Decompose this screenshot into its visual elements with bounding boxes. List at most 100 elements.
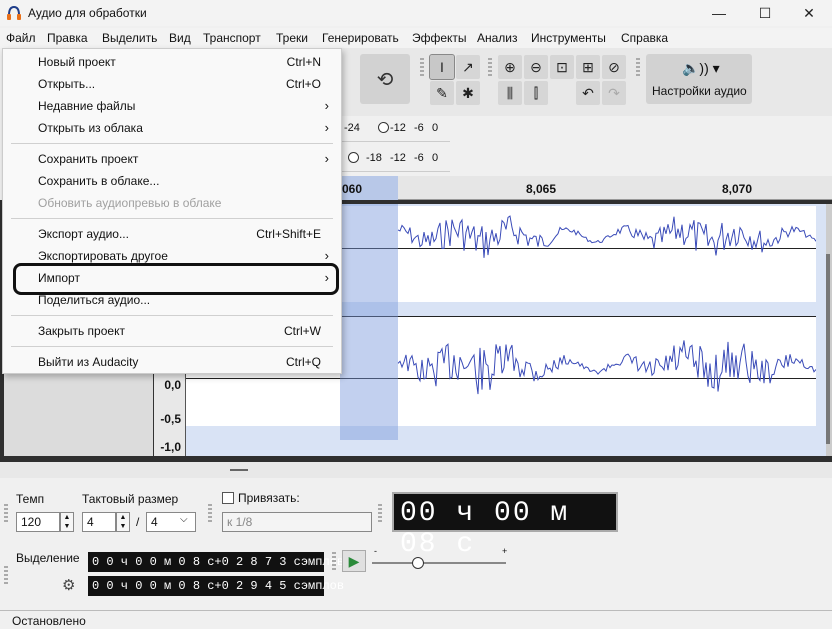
snap-checkbox[interactable]	[222, 492, 234, 504]
minimize-button[interactable]: —	[696, 0, 742, 26]
zoom-in-icon: ⊕	[504, 58, 516, 75]
selection-label: Выделение	[16, 551, 80, 565]
vertical-scrollbar[interactable]	[826, 204, 832, 456]
selection-end-display[interactable]: 0 0 ч 0 0 м 0 8 с+0 2 9 4 5 сэмплов	[88, 576, 344, 596]
loop-button[interactable]: ⟲	[360, 54, 410, 104]
ruler-tick: 8,070	[722, 182, 753, 196]
redo-button[interactable]: ↷	[602, 81, 626, 105]
time-sig-numerator[interactable]: 4	[82, 512, 116, 532]
audio-settings-label: Настройки аудио	[652, 84, 747, 98]
tempo-input[interactable]: 120	[16, 512, 60, 532]
status-bar: Остановлено	[0, 610, 832, 629]
chevron-right-icon: ›	[324, 248, 329, 263]
toolbar-grip[interactable]	[636, 58, 640, 78]
zoom-toggle-button[interactable]: ⊘	[602, 55, 626, 79]
close-button[interactable]: ✕	[786, 0, 832, 26]
zoom-in-button[interactable]: ⊕	[498, 55, 522, 79]
menu-item-open[interactable]: Открыть... Ctrl+O	[3, 73, 341, 95]
meter-label: -6	[414, 122, 424, 134]
gear-icon[interactable]: ⚙	[62, 576, 75, 594]
time-sig-denominator[interactable]: 4	[146, 512, 196, 532]
time-sig-stepper[interactable]: ▲ ▼	[116, 512, 130, 532]
menu-item-new-project[interactable]: Новый проект Ctrl+N	[3, 51, 341, 73]
fit-selection-button[interactable]: ⊡	[550, 55, 574, 79]
slider-max-label: +	[502, 546, 508, 556]
menu-item-label: Обновить аудиопревью в облаке	[38, 196, 222, 210]
menu-tracks[interactable]: Треки	[276, 31, 308, 45]
menu-bar: Файл Правка Выделить Вид Транспорт Треки…	[0, 28, 832, 48]
maximize-button[interactable]: ☐	[742, 0, 788, 26]
play-meter[interactable]: -18 -12 -6 0	[340, 146, 450, 172]
status-text: Остановлено	[12, 614, 86, 628]
menu-generate[interactable]: Генерировать	[322, 31, 399, 45]
axis-label: 0,0	[164, 378, 181, 392]
chevron-down-icon[interactable]: ⌵	[180, 514, 188, 525]
menu-item-save-cloud[interactable]: Сохранить в облаке...	[3, 170, 341, 192]
audacity-logo-icon	[7, 5, 21, 20]
tempo-stepper[interactable]: ▲ ▼	[60, 512, 74, 532]
play-meter-knob[interactable]	[348, 152, 359, 163]
meter-label: -12	[390, 152, 406, 164]
menu-item-open-cloud[interactable]: Открыть из облака ›	[3, 117, 341, 139]
export-highlight-frame	[13, 263, 339, 295]
snap-select[interactable]: к 1/8	[222, 512, 372, 532]
undo-icon: ↶	[582, 84, 594, 101]
draw-tool-button[interactable]: ✎	[430, 81, 454, 105]
menu-edit[interactable]: Правка	[47, 31, 88, 45]
splitter[interactable]	[0, 462, 832, 478]
menu-item-label: Экспортировать другое	[38, 249, 168, 263]
selection-tool-button[interactable]: I	[429, 54, 455, 80]
timeline-ruler[interactable]: 060 8,065 8,070	[340, 176, 832, 200]
chevron-right-icon: ›	[324, 151, 329, 166]
toolbar-grip[interactable]	[488, 58, 492, 78]
loop-icon: ⟲	[376, 68, 394, 91]
play-icon: ▶	[348, 553, 360, 569]
envelope-tool-button[interactable]: ↗	[456, 55, 480, 79]
trim-button[interactable]: ⫼	[498, 81, 522, 105]
menu-item-label: Закрыть проект	[38, 324, 125, 338]
selection-start-display[interactable]: 0 0 ч 0 0 м 0 8 с+0 2 8 7 3 сэмплов	[88, 552, 344, 572]
toolbar-grip[interactable]	[332, 552, 336, 572]
slider-thumb[interactable]	[412, 557, 424, 569]
scroll-thumb[interactable]	[826, 254, 830, 444]
menu-item-label: Поделиться аудио...	[38, 293, 151, 307]
menu-tools[interactable]: Инструменты	[531, 31, 606, 45]
menu-item-close-project[interactable]: Закрыть проект Ctrl+W	[3, 320, 341, 342]
menu-select[interactable]: Выделить	[102, 31, 157, 45]
ruler-tick: 060	[342, 182, 363, 196]
toolbar-grip[interactable]	[4, 566, 8, 586]
fit-project-button[interactable]: ⊞	[576, 55, 600, 79]
record-meter-knob[interactable]	[378, 122, 389, 133]
undo-button[interactable]: ↶	[576, 81, 600, 105]
meter-label: -18	[366, 152, 382, 164]
time-selection[interactable]	[340, 204, 398, 440]
menu-item-export-audio[interactable]: Экспорт аудио... Ctrl+Shift+E	[3, 223, 341, 245]
zoom-out-button[interactable]: ⊖	[524, 55, 548, 79]
toolbar-grip[interactable]	[378, 504, 382, 524]
audio-settings-button[interactable]: 🔈)) ▾ Настройки аудио	[646, 54, 752, 104]
menu-file[interactable]: Файл	[6, 31, 36, 45]
menu-item-label: Новый проект	[38, 55, 116, 69]
meter-label: -24	[344, 122, 360, 134]
record-meter[interactable]: -24 -12 -6 0	[340, 116, 450, 142]
play-at-speed-button[interactable]: ▶	[342, 550, 366, 572]
envelope-icon: ↗	[462, 58, 474, 75]
menu-item-exit[interactable]: Выйти из Audacity Ctrl+Q	[3, 351, 341, 373]
menu-transport[interactable]: Транспорт	[203, 31, 261, 45]
menu-effects[interactable]: Эффекты	[412, 31, 467, 45]
menu-analyze[interactable]: Анализ	[477, 31, 518, 45]
time-display[interactable]: 00 ч 00 м 08 с	[392, 492, 618, 560]
toolbar-grip[interactable]	[420, 58, 424, 78]
chevron-right-icon: ›	[324, 120, 329, 135]
toolbar-grip[interactable]	[4, 504, 8, 524]
splitter-grip[interactable]	[230, 469, 248, 471]
playback-speed-slider[interactable]	[372, 557, 506, 569]
silence-button[interactable]: ⫿	[524, 81, 548, 105]
menu-help[interactable]: Справка	[621, 31, 668, 45]
menu-item-recent-files[interactable]: Недавние файлы ›	[3, 95, 341, 117]
menu-item-save-project[interactable]: Сохранить проект ›	[3, 148, 341, 170]
toolbar-grip[interactable]	[208, 504, 212, 524]
multi-tool-button[interactable]: ✱	[456, 81, 480, 105]
menu-view[interactable]: Вид	[169, 31, 191, 45]
meter-label: -12	[390, 122, 406, 134]
